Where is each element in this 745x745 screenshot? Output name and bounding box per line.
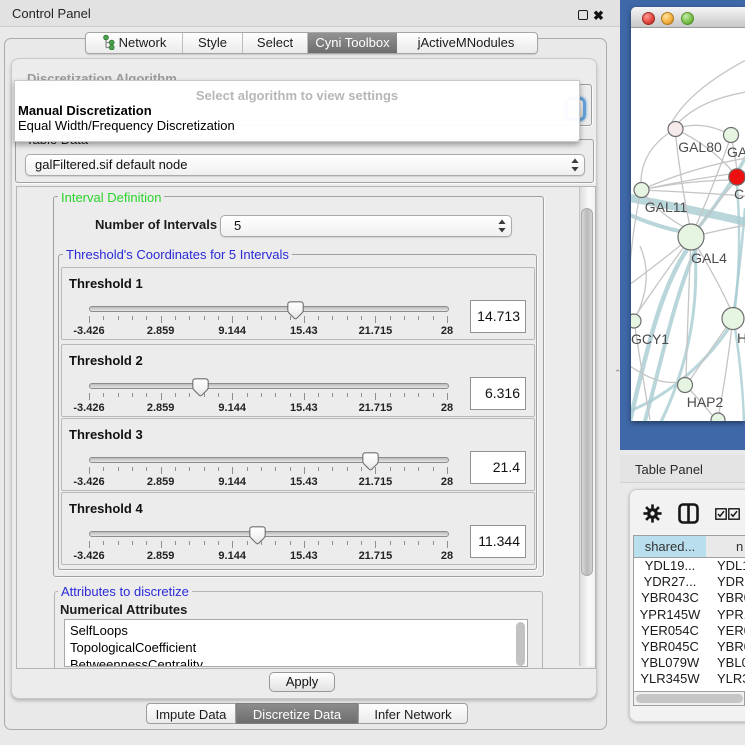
- svg-text:HAP2: HAP2: [687, 394, 724, 410]
- svg-text:C: C: [734, 186, 744, 202]
- svg-text:GAL80: GAL80: [678, 139, 722, 155]
- svg-text:GAL4: GAL4: [691, 250, 727, 266]
- svg-text:GCY1: GCY1: [631, 331, 669, 347]
- svg-text:GAL11: GAL11: [645, 199, 688, 215]
- svg-text:H: H: [737, 330, 745, 346]
- svg-text:GA: GA: [727, 144, 745, 160]
